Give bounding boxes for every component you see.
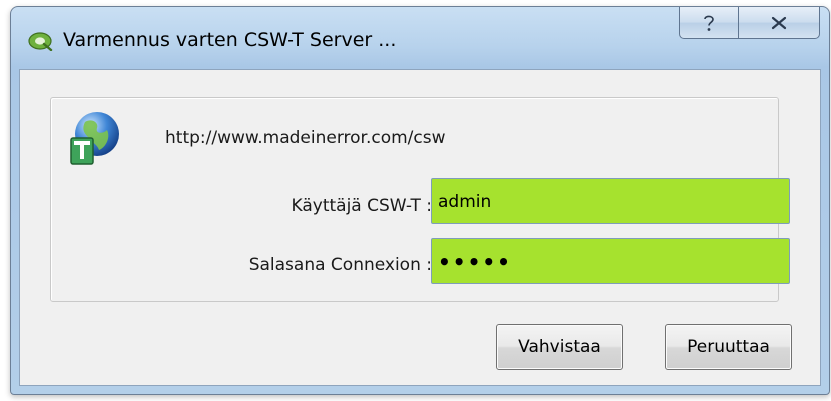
confirm-button[interactable]: Vahvistaa: [496, 324, 623, 370]
password-label: Salasana Connexion :: [248, 255, 432, 275]
login-dialog-window: Varmennus varten CSW-T Server ... http:/…: [10, 6, 830, 395]
cancel-button[interactable]: Peruuttaa: [665, 324, 792, 370]
web-service-globe-icon: [70, 112, 119, 165]
title-bar[interactable]: Varmennus varten CSW-T Server ...: [11, 7, 829, 69]
close-icon: [771, 16, 787, 29]
qgis-icon: [28, 32, 53, 51]
service-url: http://www.madeinerror.com/csw: [165, 128, 446, 148]
window-title: Varmennus varten CSW-T Server ...: [63, 29, 397, 51]
username-label: Käyttäjä CSW-T :: [291, 196, 433, 216]
password-input[interactable]: [431, 238, 790, 284]
close-button[interactable]: [738, 7, 820, 39]
help-button[interactable]: [679, 7, 739, 39]
credentials-group: http://www.madeinerror.com/csw Käyttäjä …: [50, 97, 790, 302]
help-icon: [704, 15, 714, 31]
username-input[interactable]: [431, 178, 790, 224]
dialog-body: http://www.madeinerror.com/csw Käyttäjä …: [19, 69, 821, 386]
